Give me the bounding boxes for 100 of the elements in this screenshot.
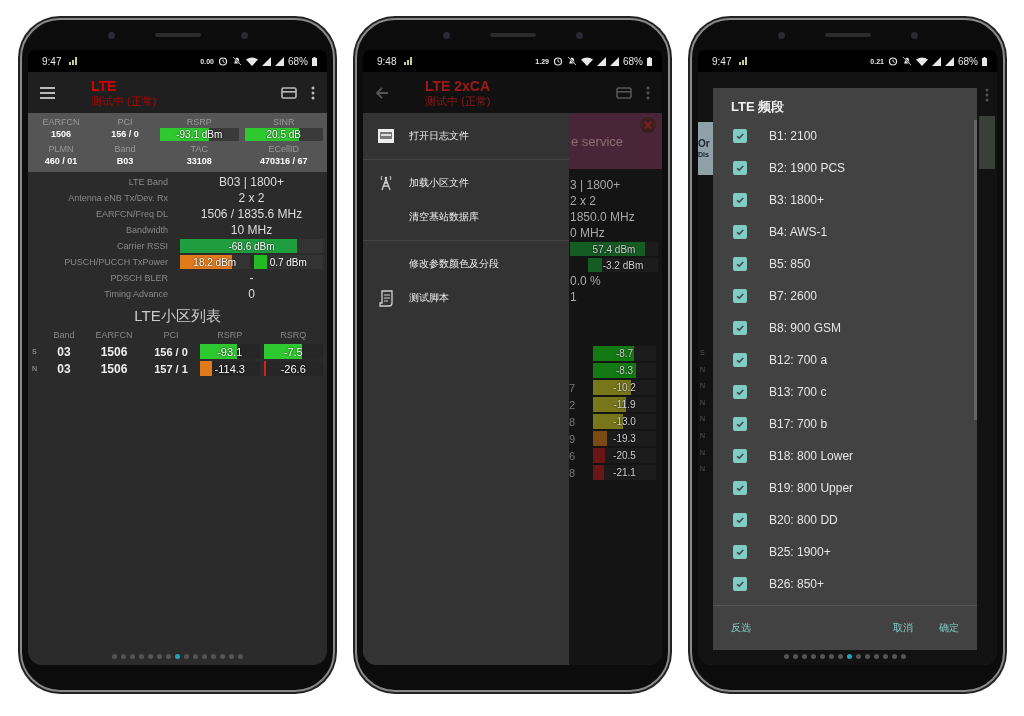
option-label[interactable]: B1: 2100 [769, 129, 818, 143]
more-icon[interactable] [311, 85, 315, 100]
page-dot[interactable] [892, 654, 897, 659]
page-dot[interactable] [148, 654, 153, 659]
table-cell-text: 8 [569, 466, 577, 479]
card-icon[interactable] [281, 86, 297, 99]
checkbox[interactable] [733, 417, 747, 431]
option-label[interactable]: B7: 2600 [769, 289, 818, 303]
field-label: RSRP [186, 116, 212, 128]
table-cell-text: 8 [569, 415, 577, 428]
option-label[interactable]: B19: 800 Upper [769, 481, 854, 495]
field-value: 1850.0 MHz [570, 209, 636, 225]
checkbox[interactable] [733, 129, 747, 143]
page-dot[interactable] [157, 654, 162, 659]
battery-icon [312, 56, 317, 66]
option-label[interactable]: B3: 1800+ [769, 193, 825, 207]
checkbox[interactable] [733, 161, 747, 175]
table-cell-text: 156 / 0 [153, 345, 189, 358]
page-dot[interactable] [175, 654, 180, 659]
page-dot[interactable] [874, 654, 879, 659]
page-dot[interactable] [220, 654, 225, 659]
page-dot[interactable] [130, 654, 135, 659]
option-label[interactable]: B4: AWS-1 [769, 225, 828, 239]
checkbox[interactable] [733, 577, 747, 591]
battery-level: 68% [958, 55, 978, 67]
camera-lens [910, 31, 918, 39]
checkbox[interactable] [733, 225, 747, 239]
page-dot[interactable] [901, 654, 906, 659]
dialog-button[interactable]: 反选 [725, 615, 757, 641]
page-dot[interactable] [211, 654, 216, 659]
camera-lens [240, 31, 248, 39]
dialog-button[interactable]: 取消 [887, 615, 919, 641]
checkbox[interactable] [733, 385, 747, 399]
checkbox[interactable] [733, 257, 747, 271]
checkbox[interactable] [733, 545, 747, 559]
page-dot[interactable] [784, 654, 789, 659]
option-label[interactable]: B12: 700 a [769, 353, 828, 367]
checkbox[interactable] [733, 289, 747, 303]
camera-lens [575, 31, 583, 39]
checkbox[interactable] [733, 449, 747, 463]
page-dot[interactable] [112, 654, 117, 659]
page-dot[interactable] [865, 654, 870, 659]
option-label[interactable]: B2: 1900 PCS [769, 161, 846, 175]
page-dot[interactable] [238, 654, 243, 659]
checkbox[interactable] [733, 353, 747, 367]
page-dot[interactable] [793, 654, 798, 659]
clock-time: 9:47 [712, 55, 732, 67]
menu-icon[interactable] [40, 86, 55, 99]
page-dot[interactable] [121, 654, 126, 659]
option-label[interactable]: B8: 900 GSM [769, 321, 842, 335]
field-label: PDSCH BLER [109, 273, 168, 283]
back-arrow-icon[interactable] [375, 86, 389, 99]
page-dot[interactable] [856, 654, 861, 659]
menu-item[interactable]: 加载小区文件 [409, 176, 469, 190]
option-label[interactable]: B18: 800 Lower [769, 449, 854, 463]
clock-time: 9:48 [377, 55, 397, 67]
page-dot[interactable] [193, 654, 198, 659]
page-dot[interactable] [139, 654, 144, 659]
page-dot[interactable] [820, 654, 825, 659]
page-dot[interactable] [166, 654, 171, 659]
option-label[interactable]: B13: 700 c [769, 385, 827, 399]
menu-item[interactable]: 打开日志文件 [409, 129, 469, 143]
bar-value: -68.6 dBm [228, 240, 275, 252]
checkbox[interactable] [733, 321, 747, 335]
option-label[interactable]: B26: 850+ [769, 577, 825, 591]
scrollbar[interactable] [974, 120, 977, 420]
page-dot[interactable] [802, 654, 807, 659]
muted-bell-icon [232, 56, 242, 66]
page-dot[interactable] [184, 654, 189, 659]
page-dot[interactable] [829, 654, 834, 659]
checkbox[interactable] [733, 481, 747, 495]
checkbox[interactable] [733, 193, 747, 207]
bar-value: -10.2 [613, 382, 636, 393]
page-dot[interactable] [883, 654, 888, 659]
checkbox[interactable] [733, 513, 747, 527]
field-label: SINR [273, 116, 295, 128]
option-label[interactable]: B5: 850 [769, 257, 811, 271]
antenna-icon [379, 175, 393, 191]
menu-item[interactable]: 清空基站数据库 [409, 210, 479, 224]
alarm-icon [888, 56, 898, 66]
page-dot[interactable] [229, 654, 234, 659]
option-label[interactable]: B20: 800 DD [769, 513, 838, 527]
option-label[interactable]: B25: 1900+ [769, 545, 831, 559]
page-dot[interactable] [838, 654, 843, 659]
page-dot[interactable] [847, 654, 852, 659]
menu-item[interactable]: 测试脚本 [409, 291, 449, 305]
table-cell-text: 157 / 1 [153, 362, 189, 375]
option-label[interactable]: B17: 700 b [769, 417, 828, 431]
page-dot[interactable] [811, 654, 816, 659]
page-dot[interactable] [202, 654, 207, 659]
column-header: RSRP [216, 329, 244, 340]
field-value: 33108 [186, 155, 212, 168]
menu-item[interactable]: 修改参数颜色及分段 [409, 257, 499, 271]
dialog-title: LTE 频段 [730, 98, 786, 116]
dialog-button[interactable]: 确定 [933, 615, 965, 641]
close-icon[interactable] [640, 117, 656, 133]
signal-bars-icon [739, 57, 749, 65]
field-value: 1506 / 1835.6 MHz [199, 207, 304, 221]
column-header: PCI [162, 329, 180, 340]
clock-time: 9:47 [42, 55, 62, 67]
